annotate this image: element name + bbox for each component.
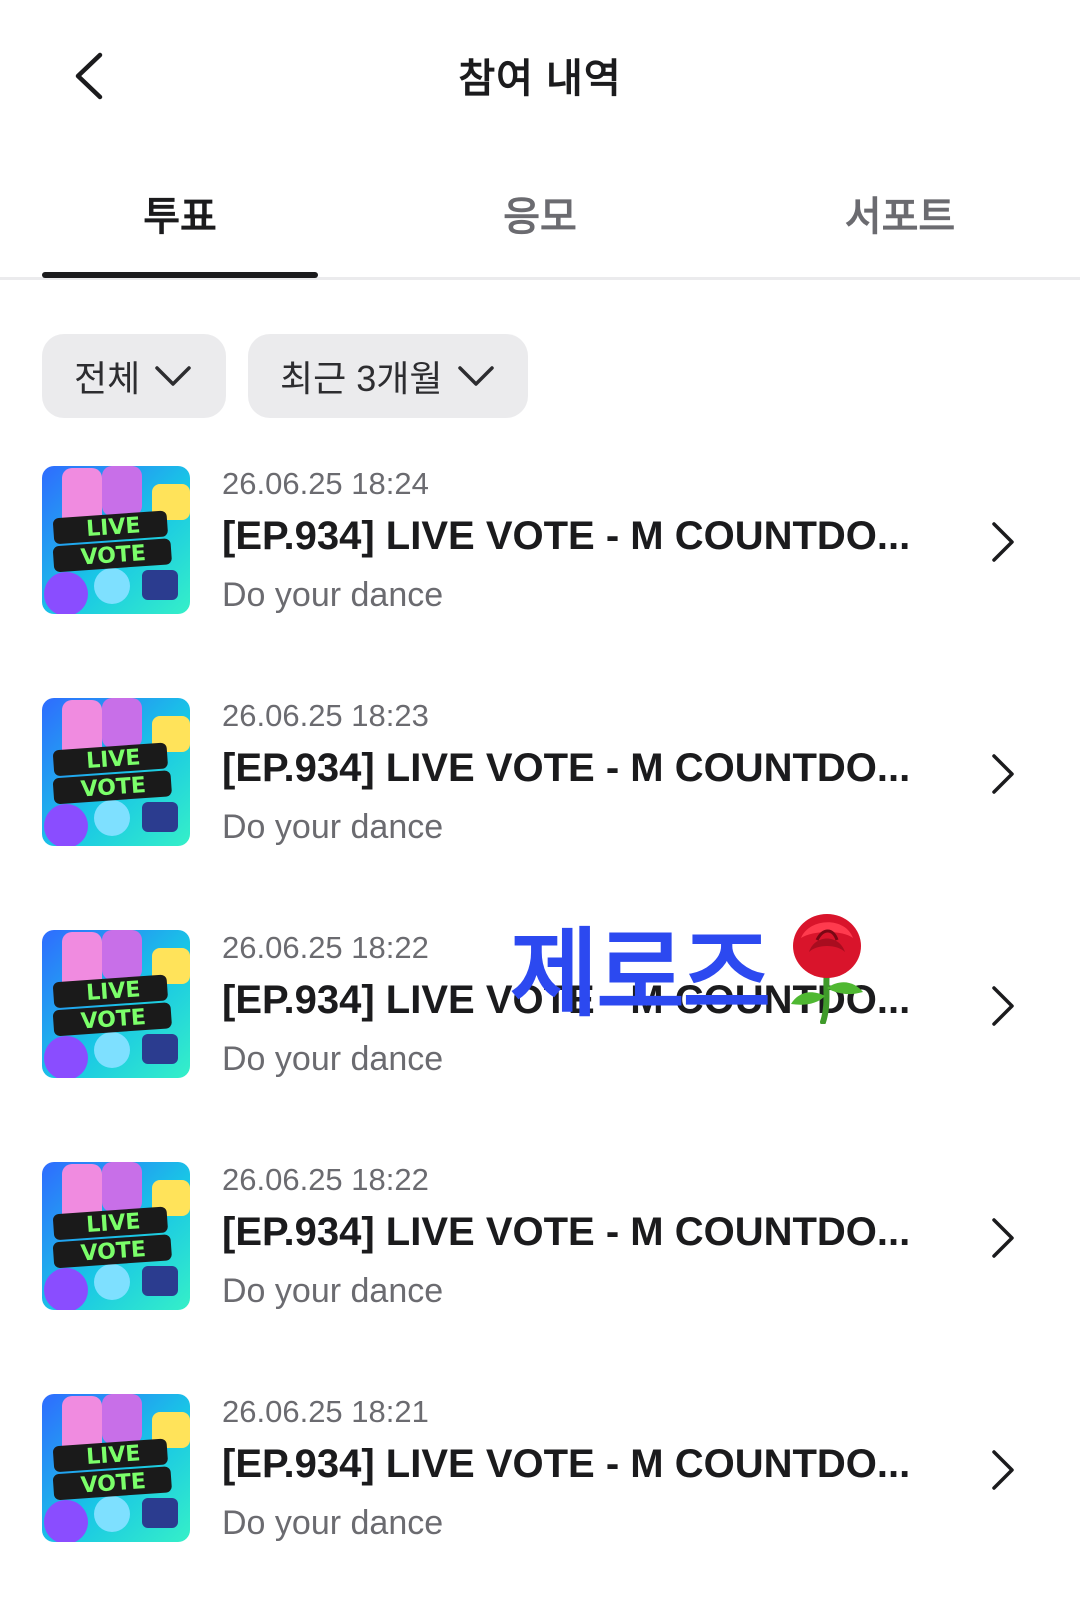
live-vote-thumbnail: LIVE VOTE bbox=[42, 698, 190, 846]
list-item[interactable]: LIVE VOTE 26.06.25 18:22 [EP.934] LIVE V… bbox=[0, 1162, 1080, 1312]
chevron-right-icon bbox=[992, 754, 1014, 794]
item-date: 26.06.25 18:23 bbox=[222, 698, 429, 733]
chevron-right-icon bbox=[992, 522, 1014, 562]
active-tab-indicator bbox=[42, 272, 318, 278]
item-title: [EP.934] LIVE VOTE - M COUNTDO... bbox=[222, 746, 911, 790]
live-vote-thumbnail: LIVE VOTE bbox=[42, 930, 190, 1078]
participation-history-screen: 참여 내역 투표 응모 서포트 전체 최근 3개월 LIVE VOTE 26.0… bbox=[0, 0, 1080, 1608]
chevron-down-icon bbox=[457, 366, 494, 386]
list-item[interactable]: LIVE VOTE 26.06.25 18:22 [EP.934] LIVE V… bbox=[0, 930, 1080, 1080]
item-subtitle: Do your dance bbox=[222, 1272, 444, 1310]
list-item[interactable]: LIVE VOTE 26.06.25 18:21 [EP.934] LIVE V… bbox=[0, 1394, 1080, 1544]
thumb-line1: LIVE bbox=[85, 513, 141, 542]
item-date: 26.06.25 18:22 bbox=[222, 930, 429, 965]
item-title: [EP.934] LIVE VOTE - M COUNTDO... bbox=[222, 1210, 911, 1254]
item-date: 26.06.25 18:21 bbox=[222, 1394, 429, 1429]
live-vote-thumbnail: LIVE VOTE bbox=[42, 1162, 190, 1310]
tab-entry[interactable]: 응모 bbox=[402, 184, 678, 274]
item-subtitle: Do your dance bbox=[222, 1040, 444, 1078]
item-title: [EP.934] LIVE VOTE - M COUNTDO... bbox=[222, 1442, 911, 1486]
filter-type-label: 전체 bbox=[74, 358, 141, 399]
item-subtitle: Do your dance bbox=[222, 576, 444, 614]
header: 참여 내역 bbox=[0, 0, 1080, 150]
thumb-line1: LIVE bbox=[85, 977, 141, 1006]
filter-period-label: 최근 3개월 bbox=[280, 358, 443, 399]
thumb-line1: LIVE bbox=[85, 1441, 141, 1470]
thumb-line2: VOTE bbox=[80, 1005, 147, 1035]
chevron-right-icon bbox=[992, 986, 1014, 1026]
item-date: 26.06.25 18:22 bbox=[222, 1162, 429, 1197]
chevron-right-icon bbox=[992, 1450, 1014, 1490]
item-subtitle: Do your dance bbox=[222, 808, 444, 846]
thumb-line1: LIVE bbox=[85, 745, 141, 774]
thumb-line2: VOTE bbox=[80, 1237, 147, 1267]
page-title: 참여 내역 bbox=[458, 57, 622, 101]
filter-bar: 전체 최근 3개월 bbox=[42, 334, 528, 418]
filter-type-dropdown[interactable]: 전체 bbox=[42, 334, 226, 418]
live-vote-thumbnail: LIVE VOTE bbox=[42, 466, 190, 614]
item-date: 26.06.25 18:24 bbox=[222, 466, 429, 501]
live-vote-thumbnail: LIVE VOTE bbox=[42, 1394, 190, 1542]
item-title: [EP.934] LIVE VOTE - M COUNTDO... bbox=[222, 978, 911, 1022]
filter-period-dropdown[interactable]: 최근 3개월 bbox=[248, 334, 528, 418]
chevron-right-icon bbox=[992, 1218, 1014, 1258]
tab-bar: 투표 응모 서포트 bbox=[0, 160, 1080, 280]
thumb-line1: LIVE bbox=[85, 1209, 141, 1238]
list-item[interactable]: LIVE VOTE 26.06.25 18:23 [EP.934] LIVE V… bbox=[0, 698, 1080, 848]
list-item[interactable]: LIVE VOTE 26.06.25 18:24 [EP.934] LIVE V… bbox=[0, 466, 1080, 616]
chevron-down-icon bbox=[155, 366, 191, 386]
tab-vote[interactable]: 투표 bbox=[42, 184, 318, 274]
thumb-line2: VOTE bbox=[80, 773, 147, 803]
tab-support[interactable]: 서포트 bbox=[762, 184, 1038, 274]
thumb-line2: VOTE bbox=[80, 1469, 147, 1499]
thumb-line2: VOTE bbox=[80, 541, 147, 571]
item-subtitle: Do your dance bbox=[222, 1504, 444, 1542]
item-title: [EP.934] LIVE VOTE - M COUNTDO... bbox=[222, 514, 911, 558]
